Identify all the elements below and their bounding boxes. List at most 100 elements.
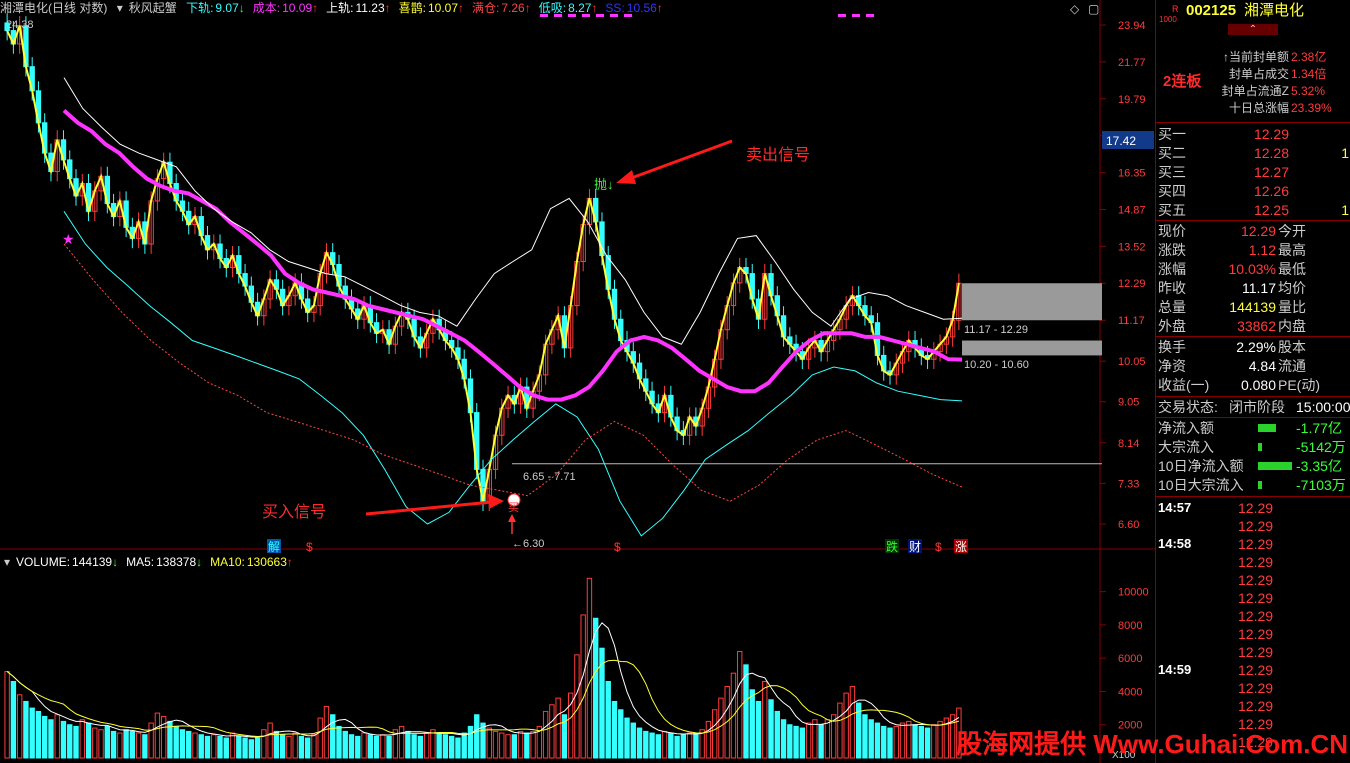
volume-bar	[342, 730, 348, 759]
volume-tick-label: 10000	[1118, 587, 1149, 599]
bid-row[interactable]: 买三 12.27	[1156, 163, 1350, 181]
volume-toggle-icon[interactable]: ▾	[4, 555, 10, 569]
indicator-lines	[6, 25, 963, 537]
price-tick-label: 13.52	[1118, 241, 1146, 253]
quote-label: 净资	[1158, 358, 1186, 374]
range-low-label: 6.65 - 7.71	[523, 471, 576, 483]
volume-bar	[361, 732, 367, 759]
tick-price: 12.29	[1238, 608, 1274, 624]
bid-row[interactable]: 买四 12.26	[1156, 182, 1350, 200]
volume-bar	[254, 737, 261, 759]
bid-label: 买二	[1158, 145, 1186, 161]
bid-label: 买五	[1158, 202, 1186, 218]
chevron-up-icon[interactable]: ⌃	[1228, 24, 1278, 35]
volume-bar	[317, 717, 323, 759]
stock-title: 湘潭电化	[1244, 2, 1305, 19]
range-box-lower	[962, 340, 1102, 356]
quote-value: 2.29%	[1236, 339, 1276, 355]
indicator-toggle-icon[interactable]: ▾	[117, 1, 123, 15]
price-tick-label: 14.87	[1118, 204, 1146, 216]
volume-bar	[110, 730, 117, 759]
volume-bar	[323, 705, 330, 759]
volume-bar	[799, 727, 806, 759]
stock-name: 湘潭电化	[0, 1, 49, 15]
volume-bar	[680, 734, 687, 759]
volume-bar	[204, 735, 211, 759]
quote-label-2: PE(动)	[1278, 377, 1320, 393]
quote-label-2: 最低	[1278, 261, 1306, 277]
volume-value: 138378	[156, 555, 197, 569]
tick-price: 12.29	[1238, 680, 1274, 696]
volume-bar	[762, 680, 768, 759]
volume-bar	[311, 734, 317, 759]
volume-bar	[279, 734, 286, 759]
quote-label-2: 今开	[1278, 223, 1306, 239]
quote-label: 涨跌	[1158, 242, 1186, 258]
seal-stat-value: 2.38亿	[1291, 50, 1327, 64]
tick-time: 14:58	[1158, 536, 1192, 551]
price-tick-label: 11.17	[1118, 315, 1145, 327]
quote-label-2: 最高	[1278, 242, 1306, 258]
volume-bar	[837, 702, 843, 759]
volume-bar	[874, 722, 881, 759]
indicator-value: 10.07	[427, 1, 459, 15]
price-chart-svg[interactable]: 23.9421.7719.7917.9916.3514.8713.5212.29…	[0, 0, 1155, 763]
high-price-label: 24.38	[6, 19, 34, 31]
volume-bar	[192, 732, 198, 759]
bid-price: 12.26	[1253, 183, 1289, 199]
volume-bar	[367, 734, 373, 759]
quote-value: 12.29	[1240, 223, 1276, 239]
price-tick-label: 12.29	[1118, 278, 1146, 290]
volume-bar	[29, 707, 35, 759]
quote-label-2: 量比	[1278, 299, 1306, 315]
volume-bar	[630, 722, 636, 759]
volume-bar	[54, 714, 60, 759]
tick-row: 12.29	[1156, 517, 1350, 535]
volume-bar	[236, 735, 242, 759]
volume-bar	[893, 725, 899, 759]
quote-label-2: 流通	[1278, 358, 1306, 374]
quote-value: 11.17	[1242, 280, 1276, 296]
tick-row: 12.29	[1156, 571, 1350, 589]
volume-bar	[173, 725, 179, 759]
tick-row: 14:57 12.29	[1156, 499, 1350, 517]
current-price-tag: 17.42	[1106, 134, 1136, 148]
volume-bar	[618, 709, 624, 759]
bid-row[interactable]: 买一 12.29	[1156, 125, 1350, 143]
price-tick-label: 8.14	[1118, 438, 1139, 450]
indicator-name[interactable]: 秋风起蟹	[129, 1, 177, 15]
expand-row[interactable]: ⌃	[1156, 24, 1350, 36]
volume-bar	[229, 732, 236, 759]
bid-volume: 1	[1341, 202, 1349, 218]
indicator-label: SS:	[605, 1, 625, 15]
volume-label: VOLUME:	[16, 555, 71, 569]
flow-bar	[1258, 481, 1262, 489]
volume-bar	[705, 720, 712, 759]
indicator-arrow: ↑	[524, 1, 531, 15]
indicator-arrow: ↑	[458, 1, 465, 15]
bid-row[interactable]: 买二 12.28 1	[1156, 144, 1350, 162]
stock-code: 002125	[1186, 2, 1237, 19]
seal-stat-value: 1.34倍	[1291, 67, 1327, 81]
bid-row[interactable]: 买五 12.25 1	[1156, 201, 1350, 219]
indicator-value: 11.23	[355, 1, 385, 15]
tick-row: 12.29	[1156, 607, 1350, 625]
star-icon: ★	[62, 231, 75, 247]
quote-label-2: 内盘	[1278, 318, 1306, 334]
volume-bar	[35, 710, 42, 759]
bottom-mark: 跌	[886, 539, 898, 554]
quote-label: 现价	[1158, 223, 1186, 239]
flow-label: 净流入额	[1158, 420, 1214, 436]
chart-area[interactable]: 23.9421.7719.7917.9916.3514.8713.5212.29…	[0, 0, 1155, 763]
flow-row: 10日大宗流入 -7103万	[1156, 476, 1350, 494]
volume-bar	[267, 722, 273, 759]
series-line-满仓	[63, 243, 963, 502]
volume-bar	[98, 729, 104, 759]
streak-badge: 2连板	[1163, 73, 1202, 90]
volume-value: 130663	[246, 555, 287, 569]
quote-label: 换手	[1158, 339, 1186, 355]
volume-bar	[23, 700, 29, 759]
volume-bar	[586, 577, 593, 759]
quote-label: 外盘	[1158, 318, 1186, 334]
seal-stat-label: 十日总涨幅	[1228, 101, 1289, 115]
